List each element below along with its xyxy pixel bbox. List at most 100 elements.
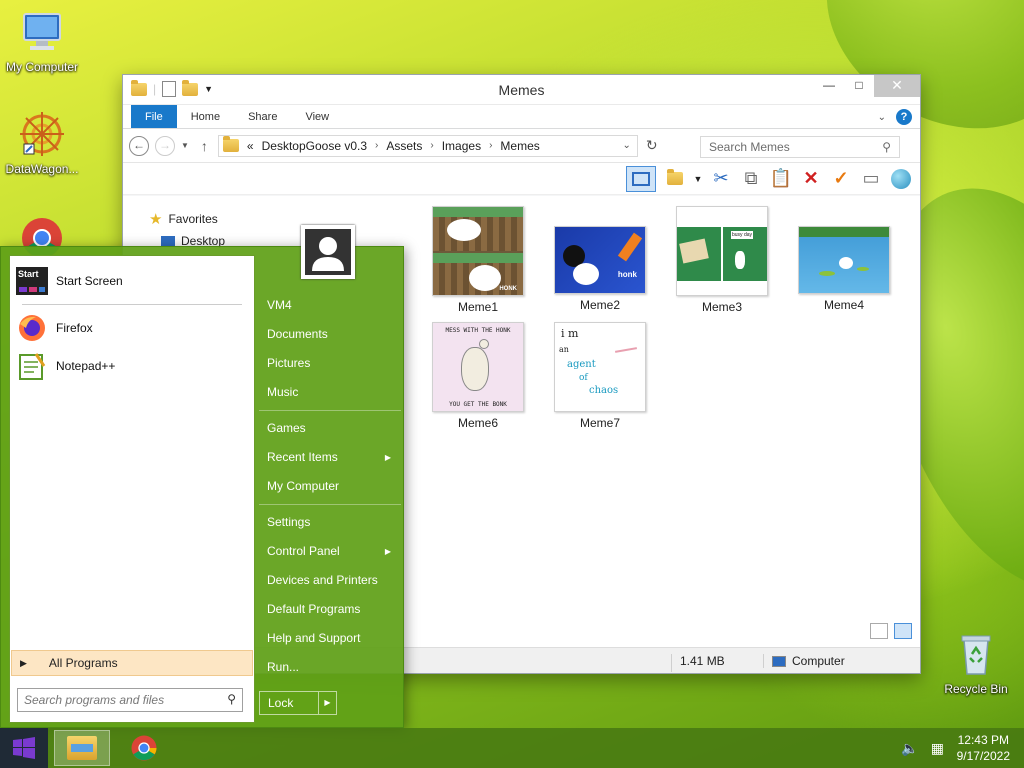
back-button[interactable]: ← — [129, 135, 149, 156]
recycle-bin-icon — [952, 630, 1000, 678]
file-item[interactable]: honk Meme2 — [545, 226, 655, 312]
computer-icon — [18, 8, 66, 56]
tab-view[interactable]: View — [291, 105, 343, 128]
meme2-thumbnail: honk — [554, 226, 646, 294]
start-item-games[interactable]: Games — [259, 414, 401, 443]
pinned-notepadpp[interactable]: Notepad++ — [16, 347, 248, 385]
breadcrumb-desktopgoose[interactable]: DesktopGoose v0.3 — [262, 139, 367, 153]
desktop-icon-label: My Computer — [5, 60, 79, 74]
start-item-vm4[interactable]: VM4 — [259, 291, 401, 320]
clock[interactable]: 12:43 PM 9/17/2022 — [957, 732, 1010, 764]
computer-icon — [772, 655, 786, 667]
taskbar-chrome[interactable] — [116, 730, 172, 766]
lock-options-arrow-icon[interactable]: ▶ — [318, 692, 336, 714]
maximize-button[interactable]: □ — [844, 75, 874, 97]
ribbon-expand-icon[interactable]: ⌄ — [878, 112, 886, 123]
arrow-right-icon: ▶ — [384, 453, 391, 462]
tab-share[interactable]: Share — [234, 105, 291, 128]
refresh-icon[interactable]: ↻ — [646, 137, 658, 154]
desktop-icon-recycle-bin[interactable]: Recycle Bin — [934, 630, 1018, 696]
arrow-right-icon: ▶ — [384, 547, 391, 556]
meme7-line: i m — [561, 327, 579, 340]
user-avatar[interactable] — [301, 225, 355, 279]
title-bar[interactable]: | ▼ Memes — □ ✕ — [123, 75, 920, 105]
start-item-settings[interactable]: Settings — [259, 508, 401, 537]
meme7-line: chaos — [589, 385, 619, 396]
file-item[interactable]: MESS WITH THE HONK YOU GET THE BONK Meme… — [423, 322, 533, 430]
minimize-button[interactable]: — — [814, 75, 844, 97]
start-item-my-computer[interactable]: My Computer — [259, 472, 401, 501]
breadcrumb-overflow[interactable]: « — [247, 139, 254, 153]
file-name: Meme6 — [457, 416, 498, 430]
start-item-devices-printers[interactable]: Devices and Printers — [259, 566, 401, 595]
taskbar-file-explorer[interactable] — [54, 730, 110, 766]
status-size: 1.41 MB — [671, 654, 725, 672]
breadcrumb-images[interactable]: Images — [442, 139, 481, 153]
forward-button[interactable]: → — [155, 135, 175, 156]
start-item-music[interactable]: Music — [259, 378, 401, 407]
up-button[interactable]: ↑ — [201, 138, 208, 154]
volume-muted-icon[interactable]: 🔈 — [901, 740, 918, 757]
start-screen-icon-text: Start — [18, 269, 39, 279]
delete-icon[interactable]: ✕ — [800, 168, 822, 190]
folder-options-icon[interactable] — [664, 168, 686, 190]
start-item-help-support[interactable]: Help and Support — [259, 624, 401, 653]
details-view-icon[interactable] — [870, 623, 888, 639]
desktop-icon-my-computer[interactable]: My Computer — [0, 8, 84, 74]
copy-icon[interactable]: ⧉ — [740, 168, 762, 190]
file-name: Meme7 — [579, 416, 620, 430]
start-button[interactable] — [0, 728, 48, 768]
meme7-thumbnail: i m an agent of chaos — [554, 322, 646, 412]
breadcrumb-assets[interactable]: Assets — [386, 139, 422, 153]
start-right-list: VM4 Documents Pictures Music Games Recen… — [259, 291, 401, 682]
cut-icon[interactable]: ✂ — [710, 168, 732, 190]
rename-icon[interactable]: ✓ — [830, 168, 852, 190]
search-icon: ⚲ — [882, 140, 891, 154]
start-item-control-panel[interactable]: Control Panel ▶ — [259, 537, 401, 566]
search-input[interactable]: Search Memes ⚲ — [700, 136, 900, 158]
file-item[interactable]: busy day Meme3 — [667, 206, 777, 314]
star-icon: ★ — [149, 211, 163, 228]
address-dropdown-icon[interactable]: ⌄ — [623, 140, 631, 151]
pinned-firefox[interactable]: Firefox — [16, 309, 248, 347]
properties-icon[interactable]: ▭ — [860, 168, 882, 190]
network-icon[interactable]: ▦ — [931, 740, 944, 757]
notepadpp-icon — [16, 352, 48, 380]
pinned-start-screen[interactable]: Start Start Screen — [16, 262, 248, 300]
start-item-run[interactable]: Run... — [259, 653, 401, 682]
start-item-default-programs[interactable]: Default Programs — [259, 595, 401, 624]
clock-date: 9/17/2022 — [956, 749, 1010, 763]
file-item[interactable]: i m an agent of chaos Meme7 — [545, 322, 655, 430]
preview-pane-icon[interactable] — [626, 165, 656, 192]
file-name: Meme4 — [823, 298, 864, 312]
close-button[interactable]: ✕ — [874, 75, 920, 97]
recent-locations-icon[interactable]: ▼ — [181, 141, 189, 150]
search-icon: ⚲ — [227, 692, 236, 706]
search-placeholder: Search Memes — [709, 140, 790, 154]
breadcrumb-memes[interactable]: Memes — [500, 139, 539, 153]
search-programs-placeholder: Search programs and files — [24, 693, 165, 707]
triangle-right-icon: ▶ — [20, 657, 27, 668]
lock-label: Lock — [268, 696, 294, 710]
chrome-icon — [131, 735, 157, 761]
start-item-recent-items[interactable]: Recent Items ▶ — [259, 443, 401, 472]
lock-button[interactable]: Lock ▶ — [259, 691, 337, 715]
desktop-icon-datawagon[interactable]: DataWagon... — [0, 110, 84, 176]
command-toolbar: ▼ ✂ ⧉ 📋 ✕ ✓ ▭ — [123, 163, 920, 195]
file-item[interactable]: HONK Meme1 — [423, 206, 533, 314]
file-name: Meme3 — [701, 300, 742, 314]
large-icons-view-icon[interactable] — [894, 623, 912, 639]
nav-favorites[interactable]: ★ Favorites — [149, 208, 293, 230]
globe-icon[interactable] — [890, 168, 912, 190]
all-programs-button[interactable]: ▶ All Programs — [11, 650, 253, 676]
help-icon[interactable]: ? — [896, 109, 912, 125]
search-programs-input[interactable]: Search programs and files ⚲ — [17, 688, 243, 712]
file-item[interactable]: Meme4 — [789, 226, 899, 312]
start-item-documents[interactable]: Documents — [259, 320, 401, 349]
tab-home[interactable]: Home — [177, 105, 234, 128]
paste-icon[interactable]: 📋 — [770, 168, 792, 190]
address-bar[interactable]: « DesktopGoose v0.3 › Assets › Images › … — [217, 134, 638, 157]
start-item-pictures[interactable]: Pictures — [259, 349, 401, 378]
dropdown-icon[interactable]: ▼ — [694, 168, 703, 190]
tab-file[interactable]: File — [131, 105, 177, 128]
